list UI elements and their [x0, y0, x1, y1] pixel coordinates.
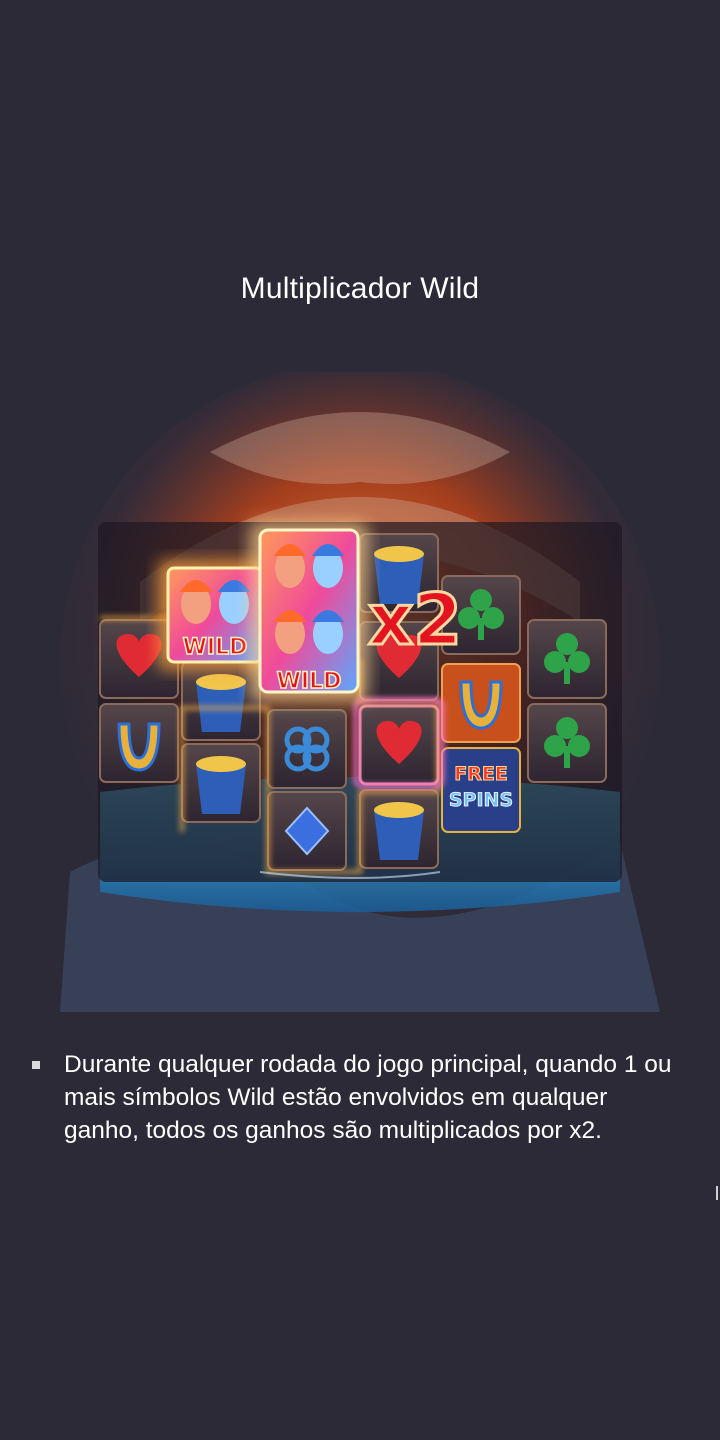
rule-item: Durante qualquer rodada do jogo principa… [24, 1048, 684, 1147]
svg-text:SPINS: SPINS [449, 789, 513, 811]
rule-text: Durante qualquer rodada do jogo principa… [64, 1051, 672, 1144]
horseshoe-icon [441, 663, 521, 743]
treasure-bucket-icon [359, 789, 439, 869]
svg-text:FREE: FREE [454, 763, 508, 785]
svg-text:WILD: WILD [277, 669, 342, 694]
svg-text:WILD: WILD [183, 635, 248, 660]
treasure-bucket-icon [181, 661, 261, 741]
diamond-icon [267, 791, 347, 871]
clover-icon [267, 709, 347, 789]
scrollbar-indicator[interactable] [716, 1186, 718, 1200]
bullet-icon [32, 1061, 40, 1069]
club-icon [527, 619, 607, 699]
page-title: Multiplicador Wild [240, 272, 480, 305]
club-icon [527, 703, 607, 783]
wild-goddess-icon: WILD [250, 522, 368, 702]
wild-multiplier-illustration: FREE SPINS WILD WILD x2 [60, 372, 660, 1012]
horseshoe-icon [99, 703, 179, 783]
heart-icon [358, 704, 440, 786]
treasure-bucket-icon [181, 743, 261, 823]
free-spins-icon: FREE SPINS [441, 747, 521, 833]
rules-list: Durante qualquer rodada do jogo principa… [24, 1048, 684, 1147]
multiplier-label: x2 [368, 579, 462, 661]
